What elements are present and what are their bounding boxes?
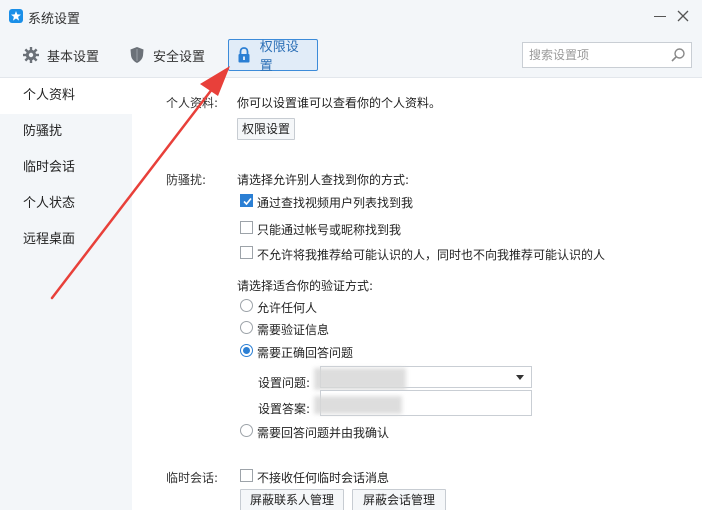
no-recommendation-label: 不允许将我推荐给可能认识的人，同时也不向我推荐可能认识的人 — [257, 248, 606, 262]
profile-description: 你可以设置谁可以查看你的个人资料。 — [237, 96, 442, 110]
redacted-question — [314, 368, 406, 390]
verify-need-message-label: 需要验证信息 — [257, 323, 330, 337]
no-recommendation-checkbox[interactable] — [240, 246, 253, 259]
sidebar-item-profile[interactable]: 个人资料 — [0, 78, 132, 114]
find-by-account-only-label: 只能通过帐号或昵称找到我 — [257, 223, 402, 237]
redacted-answer — [314, 396, 402, 414]
search-input[interactable] — [529, 46, 669, 64]
verify-answer-and-confirm-label: 需要回答问题并由我确认 — [257, 426, 390, 440]
shield-icon — [128, 46, 146, 64]
tab-security-label: 安全设置 — [153, 49, 206, 65]
verify-allow-anyone-radio[interactable] — [240, 299, 253, 312]
profile-section-label: 个人资料: — [166, 96, 219, 110]
minimize-icon[interactable] — [654, 16, 666, 17]
verify-method-prompt: 请选择适合你的验证方式: — [237, 279, 374, 293]
toolbar: 基本设置 安全设置 权限设置 — [0, 34, 702, 78]
tab-basic-label: 基本设置 — [47, 49, 100, 65]
reject-temp-chat-label: 不接收任何临时会话消息 — [257, 471, 390, 485]
close-icon[interactable] — [676, 9, 690, 23]
search-box — [522, 42, 692, 68]
blocked-sessions-button[interactable]: 屏蔽会话管理 — [352, 489, 446, 510]
tab-basic-settings[interactable]: 基本设置 — [16, 39, 105, 71]
verify-correct-answer-radio[interactable] — [240, 344, 253, 357]
find-via-video-list-checkbox[interactable] — [240, 194, 253, 207]
verify-answer-and-confirm-radio[interactable] — [240, 424, 253, 437]
title-bar: 系统设置 — [0, 0, 702, 34]
sidebar-item-tempchat[interactable]: 临时会话 — [0, 150, 132, 186]
reject-temp-chat-checkbox[interactable] — [240, 469, 253, 482]
verify-need-message-radio[interactable] — [240, 321, 253, 334]
lock-icon — [235, 46, 253, 64]
sidebar-item-remote-desktop[interactable]: 远程桌面 — [0, 222, 132, 258]
find-by-account-only-checkbox[interactable] — [240, 221, 253, 234]
sidebar: 个人资料 防骚扰 临时会话 个人状态 远程桌面 — [0, 78, 132, 510]
sidebar-item-status[interactable]: 个人状态 — [0, 186, 132, 222]
search-icon[interactable] — [670, 47, 686, 66]
chevron-down-icon — [516, 375, 524, 380]
verify-correct-answer-label: 需要正确回答问题 — [257, 346, 354, 360]
app-logo-icon — [9, 9, 23, 23]
tab-permission-label: 权限设置 — [259, 40, 299, 74]
antiharass-section-label: 防骚扰: — [166, 173, 207, 187]
profile-permission-button[interactable]: 权限设置 — [237, 118, 295, 140]
question-field-label: 设置问题: — [258, 376, 311, 390]
gear-icon — [22, 46, 40, 64]
blocked-contacts-button[interactable]: 屏蔽联系人管理 — [240, 489, 344, 510]
find-via-video-list-label: 通过查找视频用户列表找到我 — [257, 196, 414, 210]
tab-security-settings[interactable]: 安全设置 — [122, 39, 211, 71]
settings-panel: 个人资料: 你可以设置谁可以查看你的个人资料。 权限设置 防骚扰: 请选择允许别… — [132, 78, 702, 510]
sidebar-item-antiharass[interactable]: 防骚扰 — [0, 114, 132, 150]
tab-permission-settings[interactable]: 权限设置 — [228, 39, 318, 74]
tempchat-section-label: 临时会话: — [166, 471, 219, 485]
answer-field-label: 设置答案: — [258, 402, 311, 416]
verify-allow-anyone-label: 允许任何人 — [257, 301, 318, 315]
find-method-prompt: 请选择允许别人查找到你的方式: — [237, 173, 410, 187]
window-title: 系统设置 — [28, 12, 81, 27]
